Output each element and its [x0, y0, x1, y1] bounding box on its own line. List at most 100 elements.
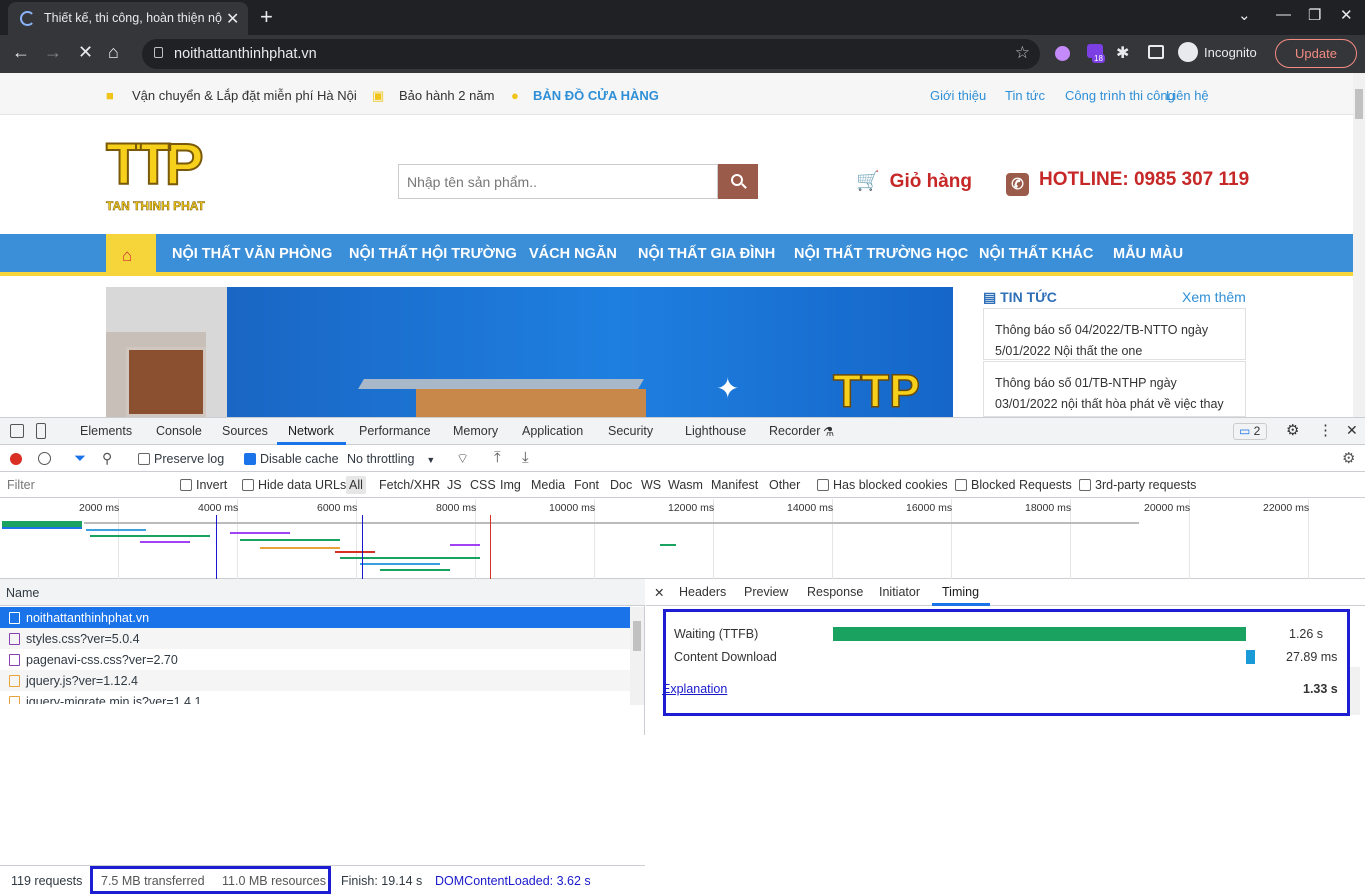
- tab-security[interactable]: Security: [608, 424, 653, 438]
- search-icon[interactable]: ⚲: [102, 450, 112, 467]
- network-settings-icon[interactable]: ⚙: [1342, 449, 1355, 467]
- filter-icon[interactable]: ⏷: [74, 450, 86, 467]
- request-row-selected[interactable]: noithattanthinhphat.vn: [0, 607, 630, 628]
- network-overview-timeline[interactable]: 2000 ms 4000 ms 6000 ms 8000 ms 10000 ms…: [0, 499, 1365, 579]
- maximize-icon[interactable]: ❐: [1308, 6, 1321, 24]
- filter-type-wasm[interactable]: Wasm: [668, 478, 703, 492]
- news-item[interactable]: Thông báo số 04/2022/TB-NTTO ngày 5/01/2…: [983, 308, 1246, 360]
- news-more-link[interactable]: Xem thêm: [1182, 289, 1246, 305]
- nav-item-home[interactable]: NỘI THẤT GIA ĐÌNH: [638, 246, 775, 262]
- news-item[interactable]: Thông báo số 01/TB-NTHP ngày 03/01/2022 …: [983, 361, 1246, 417]
- tab-network[interactable]: Network: [288, 424, 334, 438]
- export-har-icon[interactable]: ⤓: [522, 449, 529, 466]
- filter-type-img[interactable]: Img: [500, 478, 521, 492]
- site-logo[interactable]: TTP TAN THINH PHAT: [105, 133, 214, 216]
- filter-type-other[interactable]: Other: [769, 478, 800, 492]
- tab-console[interactable]: Console: [156, 424, 202, 438]
- hero-banner[interactable]: TTP ✦: [106, 287, 953, 418]
- nav-item-other[interactable]: NỘI THẤT KHÁC: [979, 246, 1093, 262]
- tab-application[interactable]: Application: [522, 424, 583, 438]
- filter-type-js[interactable]: JS: [447, 478, 462, 492]
- detail-tab-response[interactable]: Response: [807, 585, 863, 599]
- product-search-input[interactable]: Nhập tên sản phẩm..: [398, 164, 718, 199]
- store-map-link[interactable]: BẢN ĐỒ CỬA HÀNG: [533, 88, 659, 103]
- filter-type-all[interactable]: All: [346, 476, 366, 494]
- detail-tab-preview[interactable]: Preview: [744, 585, 788, 599]
- bookmark-star-icon[interactable]: ☆: [1015, 43, 1030, 63]
- stop-icon[interactable]: ✕: [78, 42, 93, 63]
- side-panel-icon[interactable]: [1148, 45, 1164, 59]
- nav-home[interactable]: ⌂: [106, 234, 156, 272]
- filter-type-ws[interactable]: WS: [641, 478, 661, 492]
- back-icon[interactable]: ←: [12, 42, 30, 63]
- invert-checkbox[interactable]: Invert: [180, 478, 227, 492]
- close-tab-icon[interactable]: ✕: [226, 9, 239, 29]
- detail-tab-headers[interactable]: Headers: [679, 585, 726, 599]
- more-options-icon[interactable]: ⋮: [1318, 421, 1333, 439]
- request-row[interactable]: pagenavi-css.css?ver=2.70: [0, 649, 630, 670]
- hotline[interactable]: ✆ HOTLINE: 0985 307 119: [1006, 169, 1249, 196]
- network-conditions-icon[interactable]: ⌔: [456, 450, 469, 468]
- filter-type-font[interactable]: Font: [574, 478, 599, 492]
- hide-data-urls-checkbox[interactable]: Hide data URLs: [242, 478, 346, 492]
- nav-item-office[interactable]: NỘI THẤT VĂN PHÒNG: [172, 246, 332, 262]
- link-contact[interactable]: Liên hệ: [1166, 88, 1209, 103]
- tab-search-icon[interactable]: ⌄: [1238, 6, 1251, 24]
- tab-memory[interactable]: Memory: [453, 424, 498, 438]
- request-row[interactable]: jquery.js?ver=1.12.4: [0, 670, 630, 691]
- close-detail-icon[interactable]: ✕: [654, 585, 664, 600]
- nav-item-school[interactable]: NỘI THẤT TRƯỜNG HỌC: [794, 246, 968, 262]
- request-list-scrollbar[interactable]: [630, 607, 644, 705]
- forward-icon[interactable]: →: [44, 42, 62, 63]
- address-bar[interactable]: noithattanthinhphat.vn ☆: [142, 39, 1040, 69]
- tab-performance[interactable]: Performance: [359, 424, 431, 438]
- minimize-icon[interactable]: —: [1276, 6, 1291, 23]
- browser-tab[interactable]: Thiết kế, thi công, hoàn thiện nộ ✕: [8, 2, 248, 35]
- extensions-icon[interactable]: ✱: [1116, 43, 1129, 63]
- tab-elements[interactable]: Elements: [80, 424, 132, 438]
- request-row[interactable]: jquery-migrate.min.js?ver=1.4.1: [0, 691, 630, 704]
- request-row[interactable]: styles.css?ver=5.0.4: [0, 628, 630, 649]
- link-news[interactable]: Tin tức: [1005, 88, 1045, 103]
- third-party-checkbox[interactable]: 3rd-party requests: [1079, 478, 1196, 492]
- clear-icon[interactable]: [38, 452, 51, 465]
- tab-recorder[interactable]: Recorder: [769, 424, 820, 438]
- page-scrollbar[interactable]: [1353, 73, 1365, 417]
- inspect-element-icon[interactable]: [10, 424, 24, 438]
- disable-cache-checkbox[interactable]: Disable cache: [244, 452, 339, 466]
- import-har-icon[interactable]: ⤒: [494, 449, 501, 466]
- filter-type-doc[interactable]: Doc: [610, 478, 632, 492]
- nav-item-colors[interactable]: MẪU MÀU: [1113, 246, 1183, 262]
- search-button[interactable]: [718, 164, 758, 199]
- link-projects[interactable]: Công trình thi công: [1065, 88, 1175, 103]
- filter-type-manifest[interactable]: Manifest: [711, 478, 758, 492]
- filter-input[interactable]: Filter: [0, 473, 168, 497]
- device-toolbar-icon[interactable]: [36, 423, 46, 439]
- close-window-icon[interactable]: ✕: [1340, 6, 1353, 24]
- blocked-cookies-checkbox[interactable]: Has blocked cookies: [817, 478, 948, 492]
- detail-scrollbar[interactable]: [1350, 667, 1360, 715]
- filter-type-css[interactable]: CSS: [470, 478, 496, 492]
- nav-item-partition[interactable]: VÁCH NGĂN: [529, 246, 617, 262]
- new-tab-icon[interactable]: +: [260, 4, 273, 30]
- link-about[interactable]: Giới thiệu: [930, 88, 986, 103]
- throttling-select[interactable]: No throttling ▼: [347, 452, 435, 466]
- nav-item-hall[interactable]: NỘI THẤT HỘI TRƯỜNG: [349, 246, 517, 262]
- tab-lighthouse[interactable]: Lighthouse: [685, 424, 746, 438]
- detail-tab-timing[interactable]: Timing: [942, 585, 979, 599]
- tab-sources[interactable]: Sources: [222, 424, 268, 438]
- preserve-log-checkbox[interactable]: Preserve log: [138, 452, 224, 466]
- incognito-indicator[interactable]: Incognito: [1178, 42, 1257, 62]
- blocked-requests-checkbox[interactable]: Blocked Requests: [955, 478, 1072, 492]
- cart-link[interactable]: 🛒 Giỏ hàng: [856, 169, 972, 193]
- settings-gear-icon[interactable]: ⚙: [1286, 421, 1299, 439]
- close-devtools-icon[interactable]: ✕: [1346, 422, 1358, 439]
- filter-type-media[interactable]: Media: [531, 478, 565, 492]
- issues-counter[interactable]: ▭ 2: [1233, 423, 1267, 440]
- home-icon[interactable]: ⌂: [108, 42, 119, 63]
- update-button[interactable]: Update: [1275, 39, 1357, 68]
- filter-type-xhr[interactable]: Fetch/XHR: [379, 478, 440, 492]
- extension-icon[interactable]: [1055, 46, 1070, 61]
- record-icon[interactable]: [10, 453, 22, 465]
- detail-tab-initiator[interactable]: Initiator: [879, 585, 920, 599]
